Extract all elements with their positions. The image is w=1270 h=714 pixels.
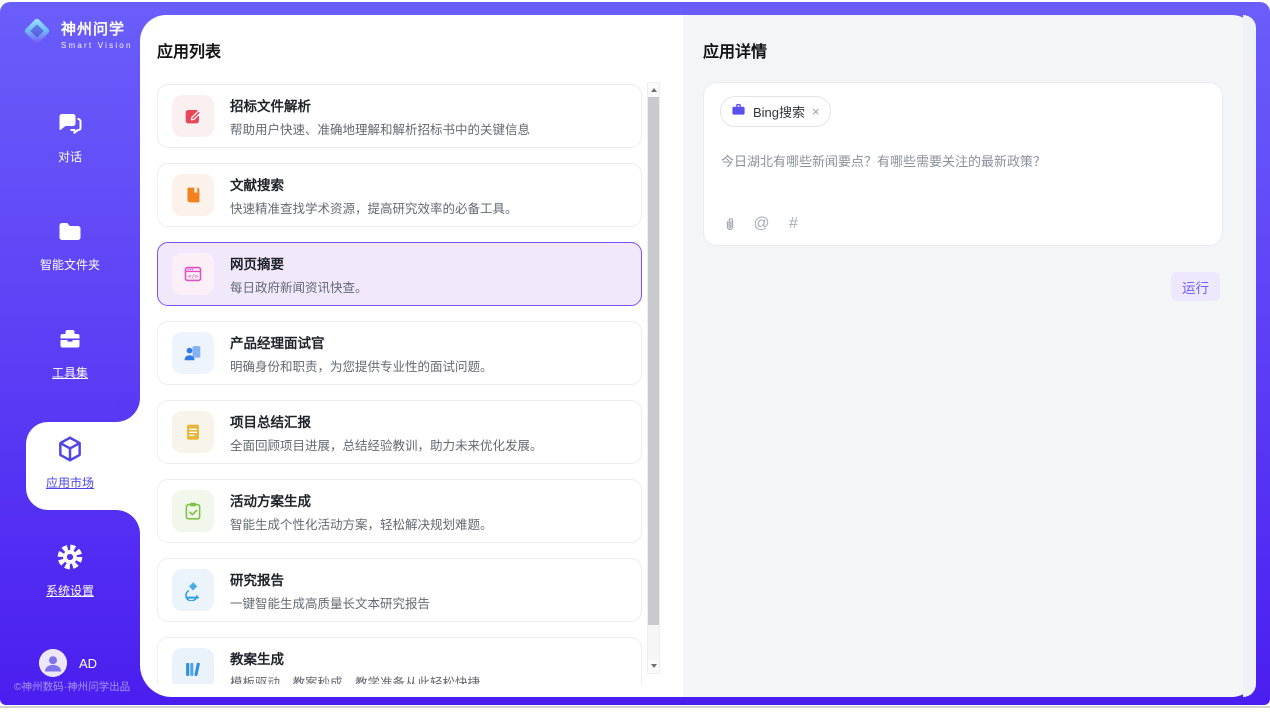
webpage-icon: </> — [172, 253, 214, 295]
brand-subtitle: Smart Vision — [61, 41, 133, 50]
app-window: 神州问学 Smart Vision 对话 智能文件夹 — [0, 0, 1270, 714]
tab-curve-top — [116, 398, 140, 422]
sidebar-item-label: 对话 — [58, 148, 82, 165]
sidebar-footer: ©神州数码·神州问学出品 — [6, 679, 138, 694]
at-icon[interactable]: @ — [753, 215, 770, 232]
app-card[interactable]: 活动方案生成 智能生成个性化活动方案，轻松解决规划难题。 — [157, 479, 642, 543]
detail-scroll-gutter — [1243, 15, 1256, 697]
tab-curve-bottom — [116, 510, 140, 534]
app-card-title: 招标文件解析 — [230, 95, 530, 115]
sidebar-item-label: 智能文件夹 — [40, 256, 100, 273]
app-card-description: 每日政府新闻资讯快查。 — [230, 277, 368, 296]
gear-icon — [55, 542, 85, 575]
composer-toolbar: @ # — [721, 215, 802, 232]
scrollbar-up-arrow[interactable] — [648, 83, 659, 97]
app-card-description: 模板驱动，教案秒成，教学准备从此轻松快捷 — [230, 672, 480, 685]
document-icon — [172, 411, 214, 453]
app-list-scrollbar[interactable] — [647, 82, 660, 674]
chat-icon — [56, 110, 84, 141]
app-card-title: 网页摘要 — [230, 253, 368, 273]
user-account[interactable]: AD — [39, 649, 97, 677]
sidebar: 神州问学 Smart Vision 对话 智能文件夹 — [0, 2, 140, 705]
app-card[interactable]: 文献搜索 快速精准查找学术资源，提高研究效率的必备工具。 — [157, 163, 642, 227]
app-card-title: 产品经理面试官 — [230, 332, 493, 352]
close-icon[interactable]: × — [812, 105, 820, 118]
briefcase-icon — [731, 102, 746, 122]
app-detail-title: 应用详情 — [703, 38, 767, 62]
app-card-description: 全面回顾项目进展，总结经验教训，助力未来优化发展。 — [230, 435, 543, 454]
paperclip-icon[interactable] — [721, 215, 738, 232]
books-icon — [172, 648, 214, 684]
scrollbar-down-arrow[interactable] — [648, 659, 659, 673]
cube-icon — [55, 434, 85, 467]
app-card[interactable]: 教案生成 模板驱动，教案秒成，教学准备从此轻松快捷 — [157, 637, 642, 684]
app-card[interactable]: 项目总结汇报 全面回顾项目进展，总结经验教训，助力未来优化发展。 — [157, 400, 642, 464]
app-card[interactable]: </> 网页摘要 每日政府新闻资讯快查。 — [157, 242, 642, 306]
app-card-title: 研究报告 — [230, 569, 430, 589]
prompt-composer[interactable]: Bing搜索 × 今日湖北有哪些新闻要点？有哪些需要关注的最新政策？ @ # — [703, 82, 1223, 246]
scrollbar-thumb[interactable] — [648, 97, 659, 625]
brand-diamond-icon — [20, 14, 54, 53]
app-card-description: 一键智能生成高质量长文本研究报告 — [230, 593, 430, 612]
sidebar-item-chat[interactable]: 对话 — [0, 110, 140, 165]
query-text[interactable]: 今日湖北有哪些新闻要点？有哪些需要关注的最新政策？ — [721, 151, 1201, 170]
sidebar-item-label: 应用市场 — [46, 474, 94, 491]
svg-text:</>: </> — [188, 274, 199, 280]
run-button[interactable]: 运行 — [1171, 272, 1220, 301]
sidebar-item-label: 工具集 — [52, 364, 88, 381]
app-card-description: 帮助用户快速、准确地理解和解析招标书中的关键信息 — [230, 119, 530, 138]
folder-icon — [56, 218, 84, 249]
user-initials: AD — [79, 656, 97, 671]
brand-text: 神州问学 Smart Vision — [61, 18, 133, 50]
interviewer-icon — [172, 332, 214, 374]
sidebar-item-smart-folder[interactable]: 智能文件夹 — [0, 218, 140, 273]
app-card[interactable]: 研究报告 一键智能生成高质量长文本研究报告 — [157, 558, 642, 622]
app-card-title: 活动方案生成 — [230, 490, 493, 510]
toolbox-icon — [56, 326, 84, 357]
app-card-title: 文献搜索 — [230, 174, 518, 194]
app-card[interactable]: 产品经理面试官 明确身份和职责，为您提供专业性的面试问题。 — [157, 321, 642, 385]
sidebar-item-label: 系统设置 — [46, 582, 94, 599]
brand-name: 神州问学 — [61, 18, 133, 39]
app-card-description: 智能生成个性化活动方案，轻松解决规划难题。 — [230, 514, 493, 533]
sidebar-item-toolset[interactable]: 工具集 — [0, 326, 140, 381]
hash-icon[interactable]: # — [785, 215, 802, 232]
sidebar-item-settings[interactable]: 系统设置 — [0, 542, 140, 599]
microscope-icon — [172, 569, 214, 611]
app-list-title: 应用列表 — [157, 38, 221, 62]
app-card-title: 项目总结汇报 — [230, 411, 543, 431]
avatar — [39, 649, 67, 677]
tool-chip-bing-search[interactable]: Bing搜索 × — [720, 96, 831, 127]
app-card-description: 快速精准查找学术资源，提高研究效率的必备工具。 — [230, 198, 518, 217]
window-bottom-edge — [0, 706, 1270, 708]
clipboard-check-icon — [172, 490, 214, 532]
tool-chip-label: Bing搜索 — [753, 102, 805, 121]
app-card-description: 明确身份和职责，为您提供专业性的面试问题。 — [230, 356, 493, 375]
pen-square-icon — [172, 95, 214, 137]
sidebar-item-app-market[interactable]: 应用市场 — [0, 434, 140, 491]
brand-logo: 神州问学 Smart Vision — [20, 14, 133, 53]
app-list: 招标文件解析 帮助用户快速、准确地理解和解析招标书中的关键信息 文献搜索 快速精… — [157, 82, 642, 684]
app-card-title: 教案生成 — [230, 648, 480, 668]
app-card[interactable]: 招标文件解析 帮助用户快速、准确地理解和解析招标书中的关键信息 — [157, 84, 642, 148]
book-icon — [172, 174, 214, 216]
